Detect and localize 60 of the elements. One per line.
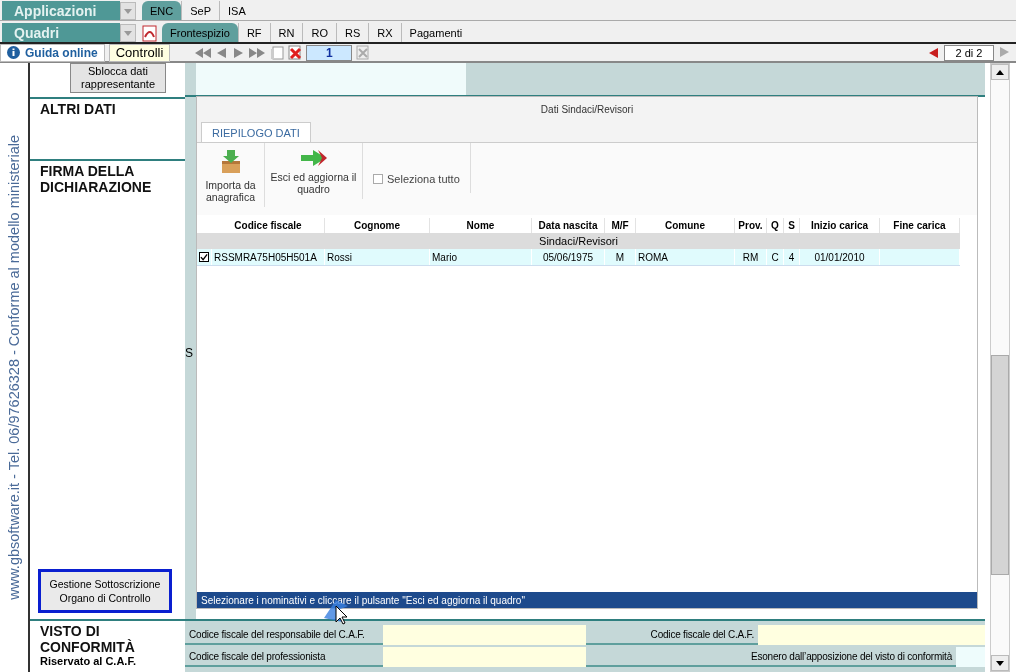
module-tab[interactable]: ENC (142, 1, 182, 20)
section-subtitle: Riservato al C.A.F. (40, 655, 137, 667)
control-body-button[interactable]: Gestione Sottoscrizione Organo di Controllo (38, 569, 172, 613)
info-icon (7, 46, 20, 59)
scrollbar[interactable] (990, 63, 1010, 672)
vertical-caption: www.gbsoftware.it - Tel. 06/97626328 - Conforme al modello ministeriale (6, 135, 22, 600)
input-field[interactable] (758, 625, 985, 645)
unlock-button[interactable]: Sblocca dati rappresentante (70, 63, 166, 93)
module-tab[interactable]: ISA (219, 1, 254, 20)
next-page-icon[interactable] (232, 46, 245, 59)
row-checkbox[interactable] (199, 252, 209, 262)
ribbon-button[interactable]: Importa da anagrafica (197, 143, 265, 207)
summary-tab[interactable]: RIEPILOGO DATI (201, 122, 311, 142)
table-cell: Mario (432, 251, 457, 263)
section-tab[interactable]: Pagamenti (400, 23, 471, 42)
table-cell: ROMA (638, 251, 668, 263)
last-page-icon[interactable] (248, 46, 267, 59)
import-box-icon (219, 149, 242, 175)
table-cell: 4 (788, 251, 795, 263)
pdf-icon[interactable] (142, 25, 158, 42)
page-counter: 2 di 2 (944, 44, 994, 61)
section-tab[interactable]: Frontespizio (162, 23, 238, 42)
delete-page-icon[interactable] (288, 45, 303, 60)
section-tab[interactable]: RF (237, 23, 270, 42)
section-tab[interactable]: RS (336, 23, 369, 42)
arrow-icon (299, 149, 328, 167)
section-tab[interactable]: RX (368, 23, 401, 42)
previous-page-icon[interactable] (216, 46, 229, 59)
section-title: FIRMA DELLA DICHIARAZIONE (40, 163, 153, 195)
input-field[interactable] (383, 647, 586, 667)
scroll-down-icon[interactable] (991, 655, 1009, 671)
table-cell: RSSMRA75H05H501A (214, 251, 317, 263)
form-label: S (185, 346, 194, 360)
first-page-icon[interactable] (194, 46, 213, 59)
section-tab[interactable]: RO (302, 23, 336, 42)
checkbox-icon[interactable] (373, 174, 383, 184)
table-cell: 01/01/2010 (814, 251, 865, 263)
section-title: VISTO DI CONFORMITÀ (40, 623, 136, 655)
next-icon[interactable] (998, 45, 1010, 58)
group-row: Sindaci/Revisori (197, 233, 960, 249)
input-field[interactable] (956, 647, 985, 667)
status-bar: Selezionare i nominativi e cliccare il pulsante "Esci ed aggiorna il quadro" (197, 592, 977, 608)
dialog-title: Dati Sindaci/Revisori (197, 97, 977, 122)
section-tab[interactable]: RN (269, 23, 303, 42)
table-cell: Rossi (327, 251, 352, 263)
select-all-checkbox[interactable]: Seleziona tutto (363, 143, 471, 193)
table-cell: M (615, 251, 625, 263)
table-cell: C (771, 251, 779, 263)
scroll-up-icon[interactable] (991, 64, 1009, 80)
checks-button[interactable]: Controlli (108, 43, 171, 62)
table-cell: 05/06/1975 (542, 251, 594, 263)
ribbon-button[interactable]: Esci ed aggiorna il quadro (265, 143, 363, 199)
page-number-field[interactable]: 1 (306, 44, 353, 61)
section-title: ALTRI DATI (40, 101, 117, 117)
table-cell: RM (742, 251, 759, 263)
scroll-thumb[interactable] (991, 355, 1009, 575)
previous-icon[interactable] (928, 46, 940, 59)
online-help-button[interactable]: Guida online (0, 43, 105, 62)
module-tab[interactable]: SeP (181, 1, 220, 20)
input-field[interactable] (383, 625, 586, 645)
